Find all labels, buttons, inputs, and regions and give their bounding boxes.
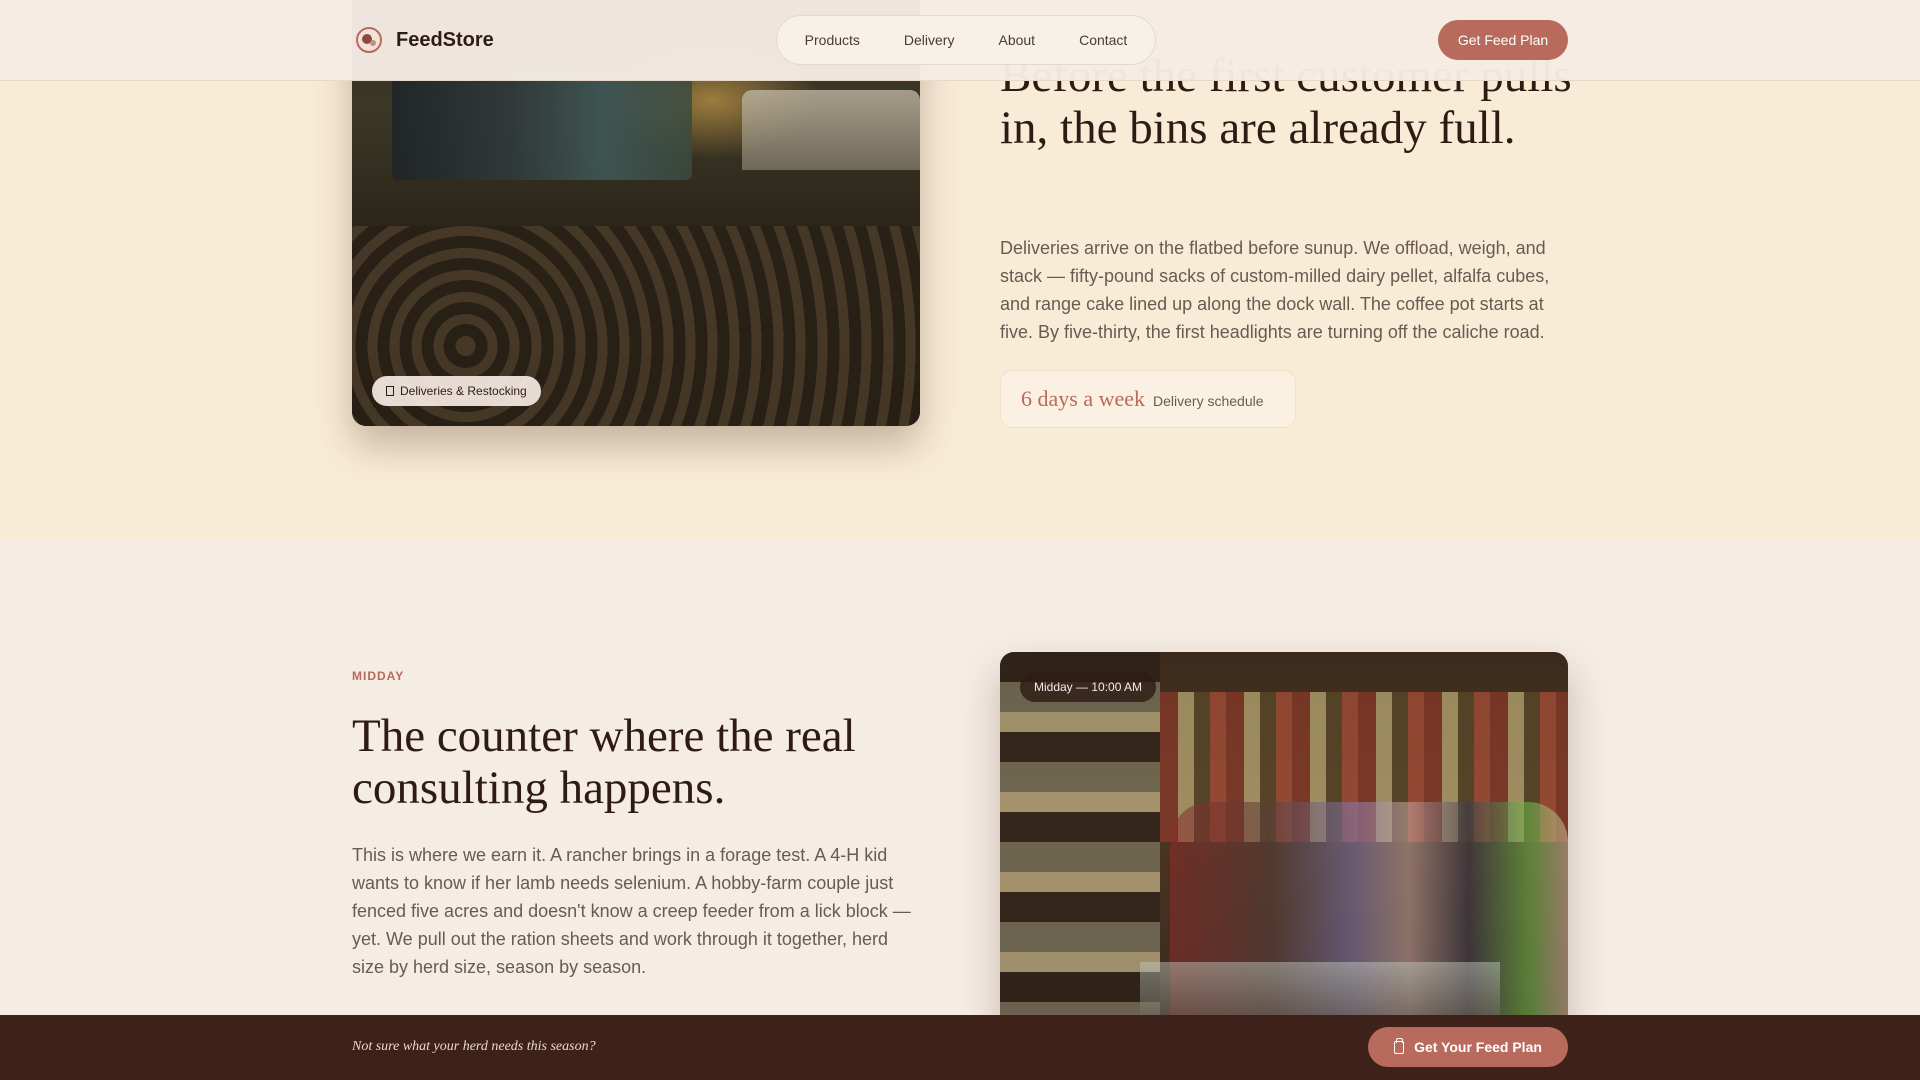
midday-headline: The counter where the real consulting ha…	[352, 710, 856, 814]
main-nav: Products Delivery About Contact	[776, 15, 1156, 65]
stat-label: Delivery schedule	[1153, 393, 1264, 409]
calendar-icon	[386, 386, 394, 396]
left-shelves	[1000, 652, 1160, 1032]
brand-logo[interactable]: FeedStore	[356, 26, 494, 54]
delivery-stat: 6 days a week Delivery schedule	[1000, 370, 1296, 428]
photo-tag-midday: Midday — 10:00 AM	[1020, 672, 1157, 702]
photo-tag-label: Deliveries & Restocking	[400, 384, 527, 398]
midday-body: This is where we earn it. A rancher brin…	[352, 845, 911, 977]
nav-delivery[interactable]: Delivery	[904, 32, 955, 48]
get-feed-plan-button[interactable]: Get Feed Plan	[1438, 20, 1568, 60]
nav-products[interactable]: Products	[805, 32, 860, 48]
nav-contact[interactable]: Contact	[1079, 32, 1127, 48]
get-your-feed-plan-button[interactable]: Get Your Feed Plan	[1368, 1027, 1568, 1067]
dawn-body: Deliveries arrive on the flatbed before …	[1000, 238, 1550, 342]
site-header: FeedStore Products Delivery About Contac…	[0, 0, 1920, 81]
nav-about[interactable]: About	[998, 32, 1035, 48]
counter-photo: Midday — 10:00 AM	[1000, 652, 1568, 1032]
sticky-cta-bar: Not sure what your herd needs this seaso…	[0, 1015, 1920, 1080]
dawn-section: Deliveries & Restocking Before the first…	[0, 0, 1920, 540]
clipboard-icon	[1394, 1037, 1405, 1054]
photo-tag-deliveries: Deliveries & Restocking	[372, 376, 541, 406]
sack-pile	[742, 90, 920, 170]
stat-value: 6 days a week	[1021, 386, 1146, 411]
tractor-trailer	[392, 70, 692, 180]
midday-eyebrow: MIDDAY	[352, 669, 405, 683]
feed-bowl-icon	[356, 27, 382, 53]
cta-label: Get Your Feed Plan	[1414, 1039, 1542, 1055]
brand-name: FeedStore	[396, 28, 494, 51]
cta-prompt: Not sure what your herd needs this seaso…	[352, 1039, 596, 1054]
